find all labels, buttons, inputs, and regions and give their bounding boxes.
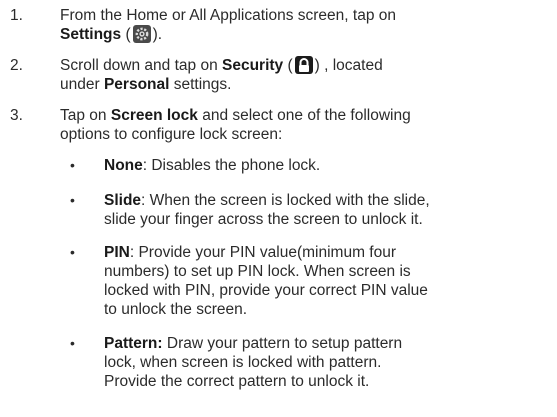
paren-close: ) , located <box>314 57 383 74</box>
option-desc: : Disables the phone lock. <box>142 157 321 174</box>
option-term: Pattern: <box>104 335 163 352</box>
lock-icon <box>294 56 313 74</box>
bullet-dot: • <box>70 157 75 173</box>
paren-open: ( <box>121 26 131 43</box>
option-desc: lock, when screen is locked with pattern… <box>104 354 382 371</box>
option-term: Slide <box>104 192 142 209</box>
step-number: 1. <box>10 7 23 24</box>
security-term: Security <box>222 57 284 74</box>
option-line: Provide the correct pattern to unlock it… <box>104 372 553 391</box>
option-line: to unlock the screen. <box>104 300 553 319</box>
step-number: 3. <box>10 107 23 124</box>
option-desc: Provide the correct pattern to unlock it… <box>104 373 370 390</box>
step-number: 2. <box>10 57 23 74</box>
option-line: slide your finger across the screen to u… <box>104 210 553 229</box>
step-text: Scroll down and tap on Security ( ) , loc… <box>60 56 553 94</box>
step-line: Settings (). <box>60 25 553 44</box>
step-line: Tap on Screen lock and select one of the… <box>60 106 553 125</box>
option-line: None: Disables the phone lock. <box>104 156 553 175</box>
step-line: Scroll down and tap on Security ( ) , loc… <box>60 56 553 75</box>
option-text: None: Disables the phone lock. <box>104 156 553 175</box>
settings-gear-icon <box>132 25 151 43</box>
option-term: PIN <box>104 244 130 261</box>
step-text-pre: Scroll down and tap on <box>60 57 222 74</box>
screen-lock-term: Screen lock <box>110 107 198 124</box>
option-desc: slide your finger across the screen to u… <box>104 211 423 228</box>
step-text: Tap on Screen lock and select one of the… <box>60 106 553 144</box>
option-line: lock, when screen is locked with pattern… <box>104 353 553 372</box>
step-text-pre: From the Home or All Applications screen… <box>60 7 396 24</box>
paren-close: ). <box>152 26 163 43</box>
bullet-dot: • <box>70 244 75 260</box>
option-text: Pattern: Draw your pattern to setup patt… <box>104 334 553 391</box>
option-desc: Draw your pattern to setup pattern <box>162 335 403 352</box>
step-text-line2: options to configure lock screen: <box>60 126 283 143</box>
option-text: PIN: Provide your PIN value(minimum four… <box>104 243 553 319</box>
step-line: under Personal settings. <box>60 75 553 94</box>
option-text: Slide: When the screen is locked with th… <box>104 191 553 229</box>
step-text-pre: Tap on <box>60 107 111 124</box>
step-text-post: and select one of the following <box>197 107 411 124</box>
step-line: options to configure lock screen: <box>60 125 553 144</box>
step-text-pre: under <box>60 76 104 93</box>
option-line: PIN: Provide your PIN value(minimum four <box>104 243 553 262</box>
option-line: Pattern: Draw your pattern to setup patt… <box>104 334 553 353</box>
bullet-dot: • <box>70 192 75 208</box>
option-desc: to unlock the screen. <box>104 301 248 318</box>
option-line: locked with PIN, provide your correct PI… <box>104 281 553 300</box>
personal-term: Personal <box>103 76 170 93</box>
option-line: numbers) to set up PIN lock. When screen… <box>104 262 553 281</box>
option-term: None <box>104 157 143 174</box>
option-desc: : When the screen is locked with the sli… <box>141 192 430 209</box>
option-line: Slide: When the screen is locked with th… <box>104 191 553 210</box>
settings-term: Settings <box>60 26 122 43</box>
instructions-page: 1. From the Home or All Applications scr… <box>0 0 557 417</box>
option-desc: numbers) to set up PIN lock. When screen… <box>104 263 411 280</box>
option-desc: : Provide your PIN value(minimum four <box>129 244 397 261</box>
step-text-post: settings. <box>169 76 232 93</box>
paren-open: ( <box>283 57 293 74</box>
step-line: From the Home or All Applications screen… <box>60 6 553 25</box>
step-text: From the Home or All Applications screen… <box>60 6 553 44</box>
bullet-dot: • <box>70 335 75 351</box>
option-desc: locked with PIN, provide your correct PI… <box>104 282 428 299</box>
